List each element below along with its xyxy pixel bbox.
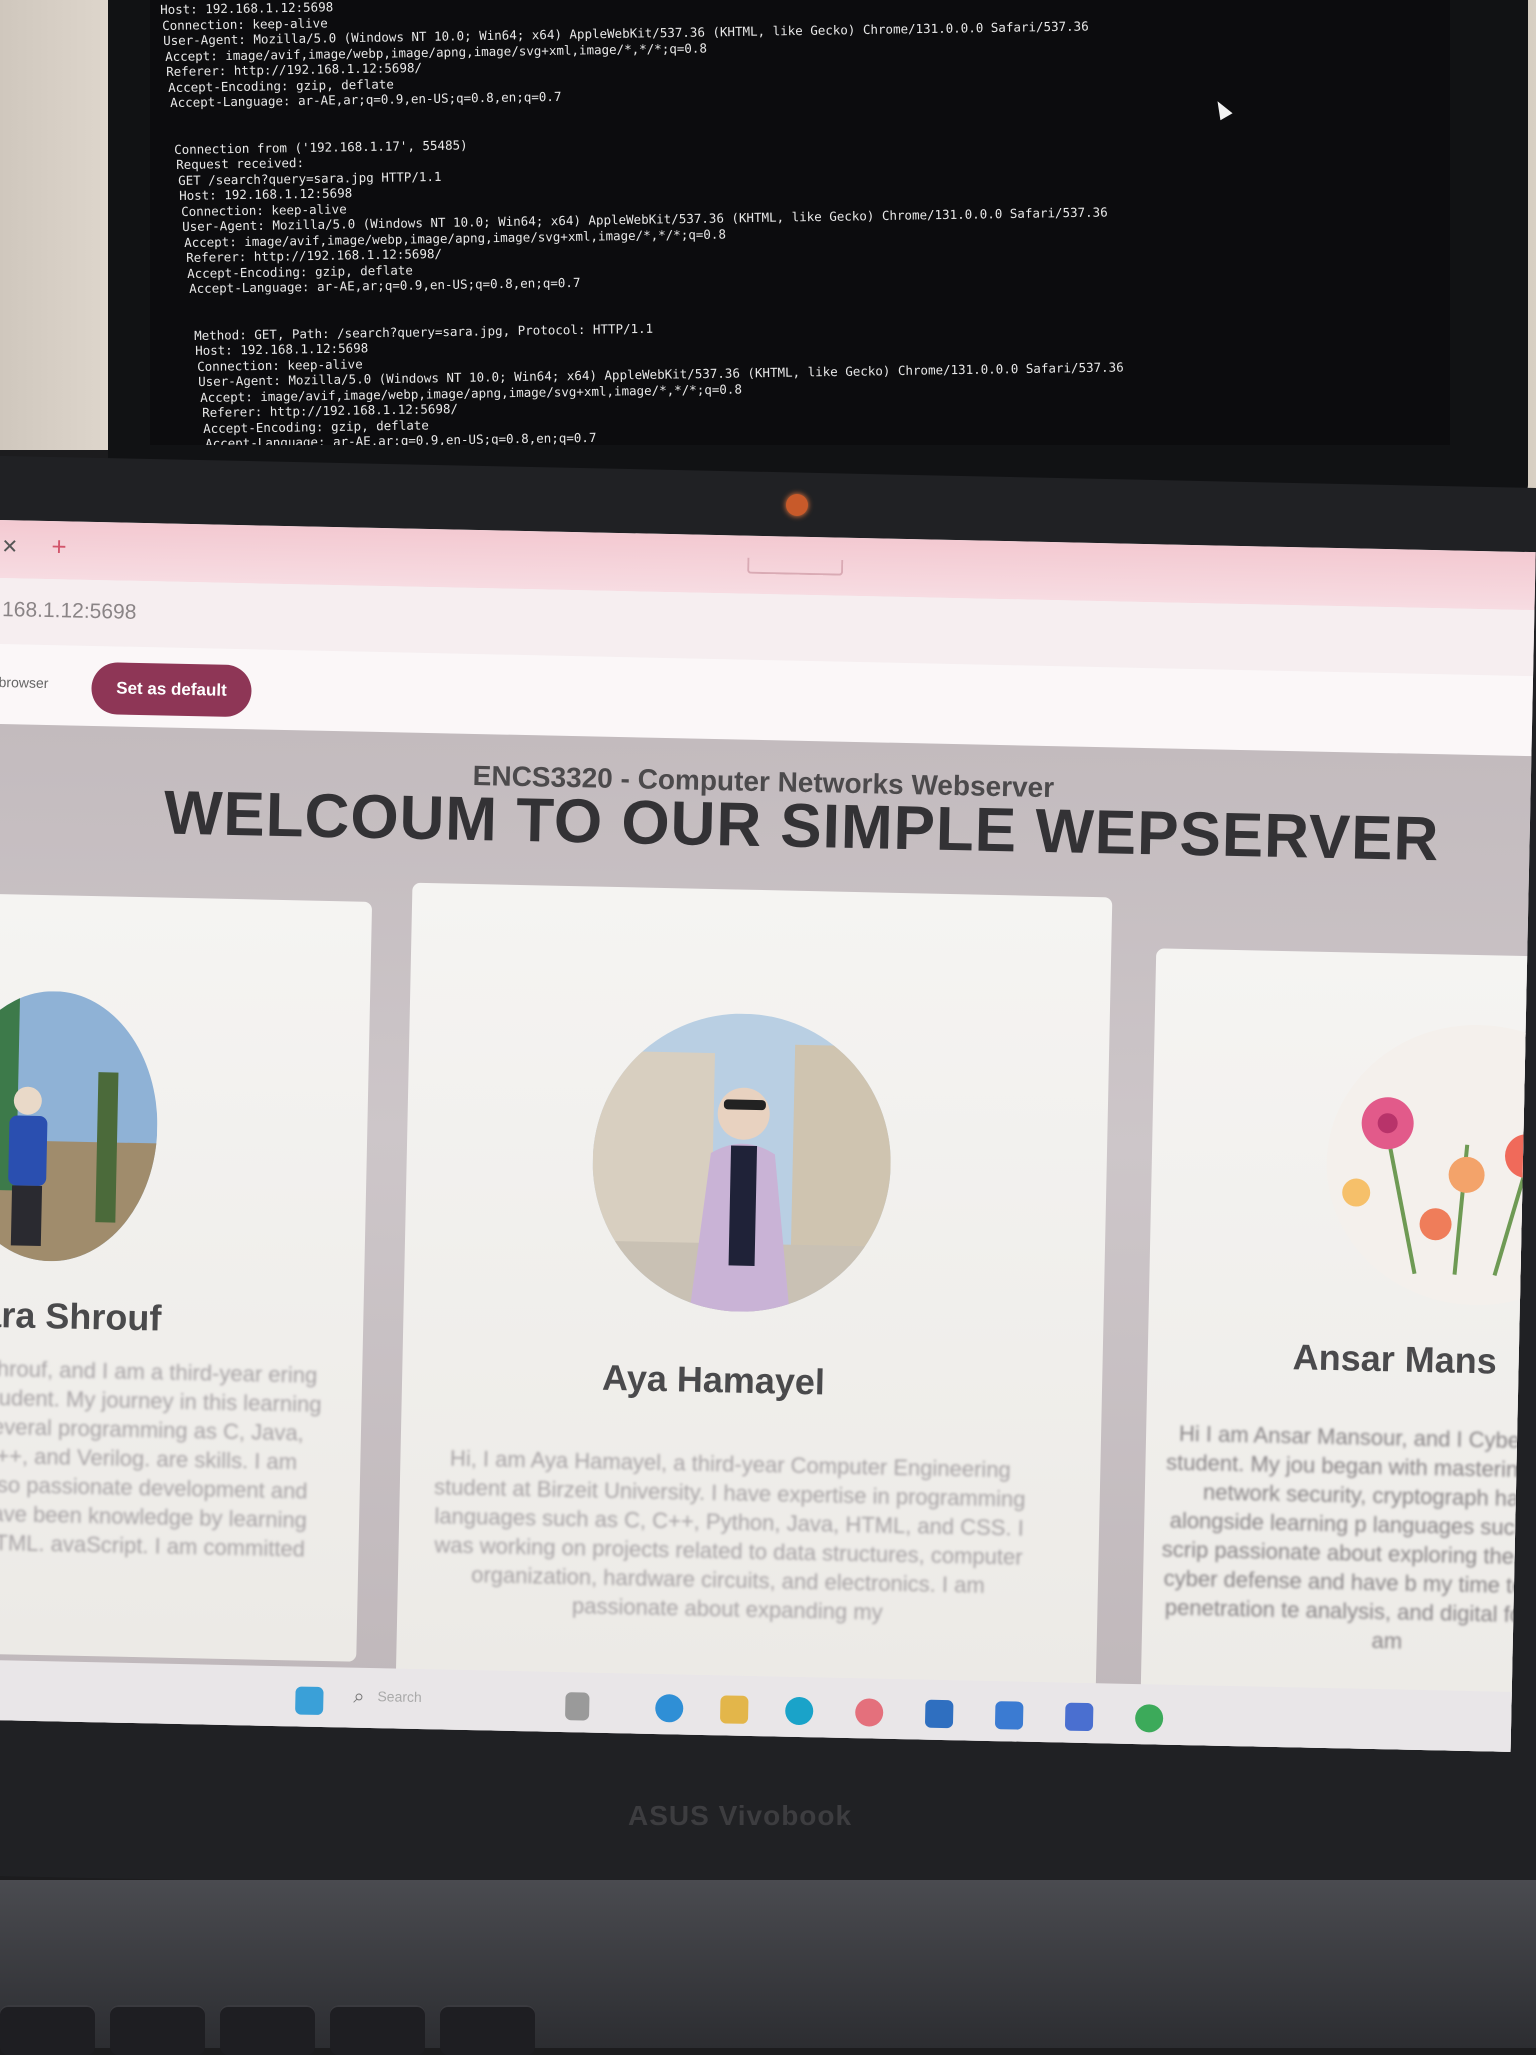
webcam-icon: [786, 494, 808, 516]
word-icon[interactable]: [1064, 1702, 1094, 1732]
close-tab-icon[interactable]: ✕: [1, 534, 18, 559]
member-card: Aya Hamayel Hi, I am Aya Hamayel, a thir…: [395, 882, 1113, 1698]
search-icon[interactable]: ⌕: [353, 1686, 365, 1709]
terminal-line: Host: 192.168.1.12:5698: [179, 185, 353, 203]
folder-icon[interactable]: [719, 1695, 749, 1724]
app-icon[interactable]: [854, 1698, 884, 1727]
window-drag-handle[interactable]: [747, 557, 844, 576]
avatar: [0, 989, 161, 1264]
edge-icon[interactable]: [654, 1693, 684, 1723]
url-text[interactable]: 168.1.12:5698: [2, 598, 137, 625]
terminal-line: Connection from ('192.168.1.17', 55485): [174, 136, 469, 157]
terminal-line: Host: 192.168.1.12:5698: [195, 340, 369, 358]
terminal-line: Host: 192.168.1.12:5698: [160, 0, 334, 17]
new-tab-icon[interactable]: +: [51, 531, 67, 562]
taskbar-search-input[interactable]: Search: [377, 1688, 422, 1705]
laptop-brand: ASUS Vivobook: [628, 1800, 853, 1831]
page-title: WELCOUM TO OUR SIMPLE WEPSERVER: [163, 778, 1441, 875]
file-explorer-icon[interactable]: [564, 1692, 590, 1721]
infobar-text: browser: [0, 674, 49, 692]
laptop-screen: ✕ + 168.1.12:5698 browser Set as default…: [0, 520, 1536, 1752]
member-bio: Hi I am Ansar Mansour, and I Cybersecuri…: [1161, 1420, 1536, 1654]
webpage: ENCS3320 - Computer Networks Webserver W…: [0, 723, 1536, 1752]
member-bio: Shrouf, and I am a third-year ering stud…: [0, 1355, 322, 1562]
avatar: [589, 1010, 894, 1315]
member-name: Ansar Mans: [1292, 1336, 1498, 1382]
member-name: Aya Hamayel: [601, 1356, 826, 1403]
terminal-window[interactable]: Host: 192.168.1.12:5698 Connection: keep-…: [150, 0, 1450, 445]
avatar: [1323, 1021, 1536, 1309]
terminal-line: Request received:: [176, 154, 305, 172]
vscode-icon[interactable]: [994, 1701, 1024, 1730]
set-as-default-button[interactable]: Set as default: [90, 661, 253, 718]
member-card: Ansar Mans Hi I am Ansar Mansour, and I …: [1139, 948, 1536, 1752]
chrome-icon[interactable]: [1134, 1704, 1164, 1733]
member-card: ara Shrouf Shrouf, and I am a third-year…: [0, 892, 373, 1662]
browser-icon[interactable]: [784, 1696, 814, 1726]
member-bio: Hi, I am Aya Hamayel, a third-year Compu…: [433, 1445, 1026, 1625]
start-icon[interactable]: [295, 1686, 324, 1716]
terminal-line: Method: GET, Path: /search?query=sara.jp…: [193, 320, 653, 343]
store-icon[interactable]: [924, 1699, 954, 1729]
member-name: ara Shrouf: [0, 1293, 162, 1339]
